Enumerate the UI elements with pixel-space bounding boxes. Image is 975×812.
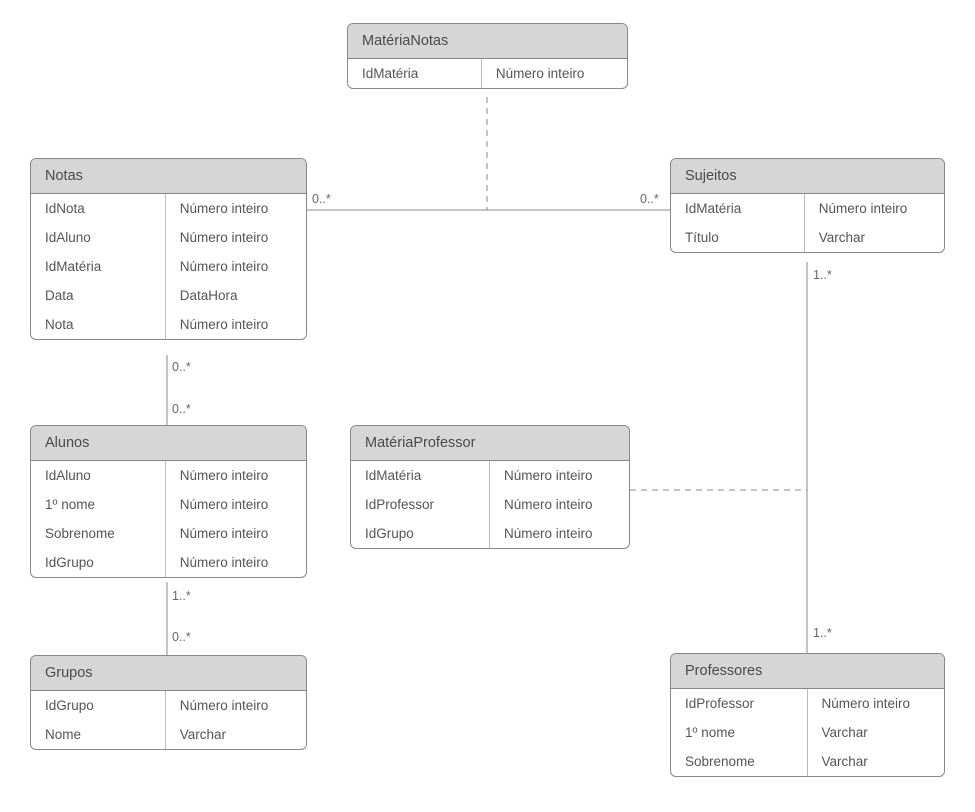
field-type: Número inteiro <box>166 691 306 720</box>
field-name: IdNota <box>31 194 165 223</box>
field-type: Número inteiro <box>490 461 629 490</box>
field-name: IdMatéria <box>671 194 804 223</box>
field-name: IdGrupo <box>31 691 165 720</box>
field-name: Data <box>31 281 165 310</box>
entity-title: Notas <box>31 159 306 194</box>
entity-title: Sujeitos <box>671 159 944 194</box>
field-name: IdGrupo <box>351 519 489 548</box>
field-type: Número inteiro <box>166 461 306 490</box>
field-name: Nota <box>31 310 165 339</box>
entity-title: Alunos <box>31 426 306 461</box>
field-name: 1º nome <box>31 490 165 519</box>
field-type: DataHora <box>166 281 306 310</box>
entity-materia-professor: MatériaProfessor IdMatéria IdProfessor I… <box>350 425 630 549</box>
field-type: Número inteiro <box>490 519 629 548</box>
field-name: Sobrenome <box>671 747 807 776</box>
cardinality-label: 1..* <box>172 589 191 603</box>
entity-title: MatériaProfessor <box>351 426 629 461</box>
entity-title: Professores <box>671 654 944 689</box>
field-name: Nome <box>31 720 165 749</box>
field-name: IdAluno <box>31 223 165 252</box>
cardinality-label: 1..* <box>813 626 832 640</box>
field-type: Varchar <box>166 720 306 749</box>
field-type: Número inteiro <box>808 689 945 718</box>
field-type: Varchar <box>805 223 944 252</box>
entity-title: MatériaNotas <box>348 24 627 59</box>
field-type: Número inteiro <box>166 223 306 252</box>
cardinality-label: 0..* <box>172 402 191 416</box>
entity-alunos: Alunos IdAluno 1º nome Sobrenome IdGrupo… <box>30 425 307 578</box>
field-type: Número inteiro <box>166 310 306 339</box>
entity-professores: Professores IdProfessor 1º nome Sobrenom… <box>670 653 945 777</box>
field-name: Título <box>671 223 804 252</box>
cardinality-label: 0..* <box>640 192 659 206</box>
entity-grupos: Grupos IdGrupo Nome Número inteiro Varch… <box>30 655 307 750</box>
entity-materia-notas: MatériaNotas IdMatéria Número inteiro <box>347 23 628 89</box>
field-name: IdProfessor <box>351 490 489 519</box>
field-type: Número inteiro <box>482 59 627 88</box>
field-type: Varchar <box>808 747 945 776</box>
field-type: Número inteiro <box>166 519 306 548</box>
field-type: Número inteiro <box>490 490 629 519</box>
entity-sujeitos: Sujeitos IdMatéria Título Número inteiro… <box>670 158 945 253</box>
field-type: Número inteiro <box>166 548 306 577</box>
diagram-canvas: MatériaNotas IdMatéria Número inteiro No… <box>0 0 975 812</box>
field-name: Sobrenome <box>31 519 165 548</box>
field-name: IdMatéria <box>31 252 165 281</box>
field-type: Varchar <box>808 718 945 747</box>
field-type: Número inteiro <box>166 252 306 281</box>
field-type: Número inteiro <box>166 490 306 519</box>
entity-notas: Notas IdNota IdAluno IdMatéria Data Nota… <box>30 158 307 340</box>
entity-title: Grupos <box>31 656 306 691</box>
field-type: Número inteiro <box>166 194 306 223</box>
field-name: IdMatéria <box>348 59 481 88</box>
field-type: Número inteiro <box>805 194 944 223</box>
cardinality-label: 0..* <box>172 630 191 644</box>
field-name: IdAluno <box>31 461 165 490</box>
field-name: IdProfessor <box>671 689 807 718</box>
field-name: IdMatéria <box>351 461 489 490</box>
cardinality-label: 0..* <box>172 360 191 374</box>
cardinality-label: 1..* <box>813 268 832 282</box>
field-name: 1º nome <box>671 718 807 747</box>
field-name: IdGrupo <box>31 548 165 577</box>
cardinality-label: 0..* <box>312 192 331 206</box>
